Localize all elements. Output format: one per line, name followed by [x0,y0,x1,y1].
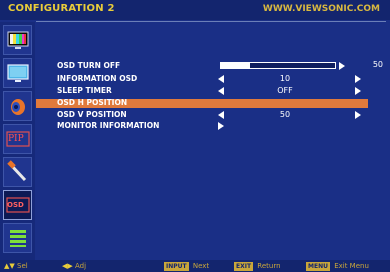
brand-url: WWW.VIEWSONIC.COM [262,4,380,14]
hint-exit-menu: MENU Exit Menu [306,262,369,271]
help-bar: ▲▼ Sel ◀▶ Adj INPUT Next EXIT Return MEN… [0,260,390,272]
category-sidebar: PIP OSD [0,22,35,260]
monitor-screen-icon [7,64,29,82]
increase-arrow-icon[interactable] [355,75,361,83]
input-key-badge: INPUT [164,262,189,271]
title-bar: CONFIGURATION 2 WWW.VIEWSONIC.COM [0,0,390,20]
sidebar-item-tools[interactable] [3,157,32,187]
tv-color-bars-icon [7,31,29,49]
hint-return-label: Return [257,262,281,270]
menu-key-badge: MENU [306,262,330,271]
updown-arrows-icon: ▲▼ [4,262,15,270]
menu-item-information-osd-label[interactable]: INFORMATION OSD [57,74,137,84]
decrease-arrow-icon[interactable] [218,87,224,95]
osd-turn-off-value: 50 [372,60,383,69]
menu-title: CONFIGURATION 2 [8,3,115,14]
pip-label: PIP [8,134,24,144]
menu-item-monitor-information-label[interactable]: MONITOR INFORMATION [57,121,159,131]
sidebar-item-osd[interactable]: OSD [3,190,32,220]
sleep-timer-value: OFF [277,86,293,95]
menu-item-osd-turn-off-label[interactable]: OSD TURN OFF [57,61,120,71]
hint-return: EXIT Return [234,262,281,271]
title-divider [36,21,386,22]
hint-adjust-label: Adj [75,262,87,270]
submenu-arrow-icon[interactable] [218,122,224,130]
hint-select: ▲▼ Sel [4,262,28,271]
hint-exit-menu-label: Exit Menu [334,262,369,270]
osd-turn-off-slider[interactable] [220,62,336,69]
sidebar-item-screen[interactable] [3,58,32,88]
menu-item-sleep-timer-label[interactable]: SLEEP TIMER [57,86,112,96]
audio-speaker-icon [11,99,25,115]
osd-label: OSD [7,201,24,209]
menu-item-osd-h-position-label[interactable]: OSD H POSITION [57,98,127,108]
information-osd-value: 10 [279,74,291,83]
leftright-arrows-icon: ◀▶ [62,262,73,270]
osd-v-position-value: 50 [279,110,291,119]
decrease-arrow-icon[interactable] [218,111,224,119]
decrease-arrow-icon[interactable] [218,75,224,83]
sidebar-item-picture[interactable] [3,25,32,55]
list-icon [10,230,26,247]
slider-fill [221,63,250,68]
sidebar-item-more[interactable] [3,223,32,253]
increase-arrow-icon[interactable] [355,87,361,95]
sidebar-item-audio[interactable] [3,91,32,121]
menu-item-osd-v-position-label[interactable]: OSD V POSITION [57,110,127,120]
tools-icon [7,160,27,182]
exit-key-badge: EXIT [234,262,254,271]
sidebar-item-pip[interactable]: PIP [3,124,32,154]
hint-next-label: Next [192,262,210,270]
hint-adjust: ◀▶ Adj [62,262,86,271]
hint-next: INPUT Next [164,262,209,271]
hint-select-label: Sel [17,262,28,270]
increase-arrow-icon[interactable] [355,111,361,119]
osd-menu-window: CONFIGURATION 2 WWW.VIEWSONIC.COM PIP OS… [0,0,390,272]
